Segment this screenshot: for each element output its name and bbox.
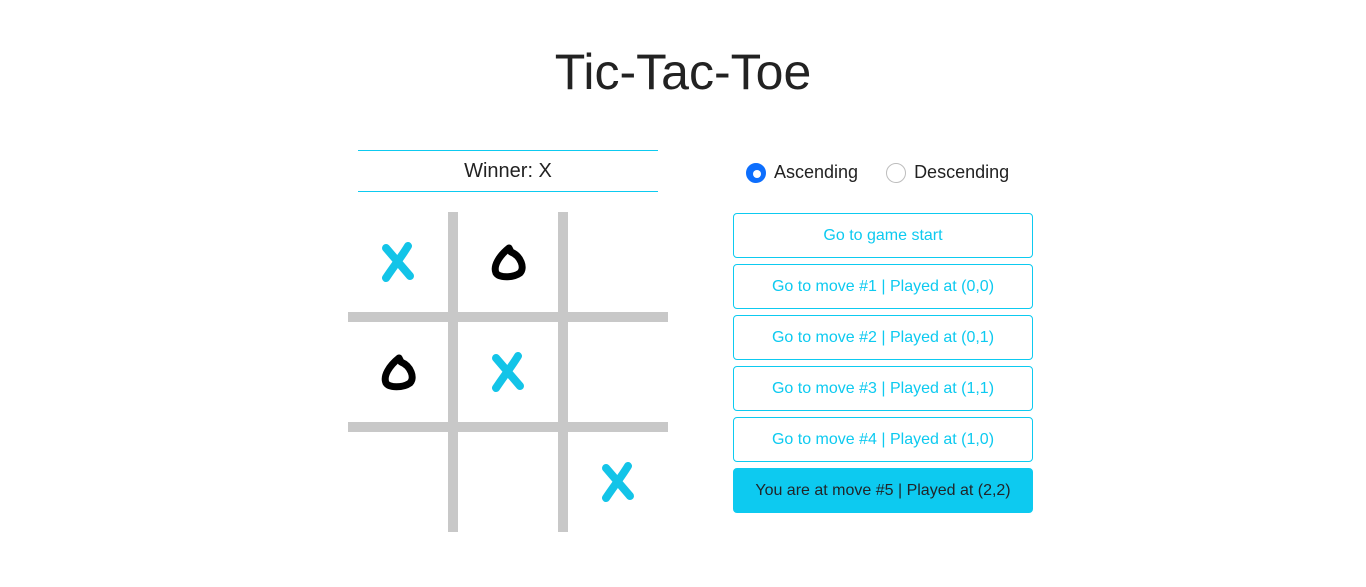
board-cell-1-2[interactable] xyxy=(568,322,668,422)
grid-line xyxy=(348,312,668,322)
sort-descending-option[interactable]: Descending xyxy=(886,162,1009,183)
ascending-label: Ascending xyxy=(774,162,859,182)
x-mark-icon xyxy=(380,242,416,282)
board-cell-2-2[interactable] xyxy=(568,432,668,532)
board-cell-2-1[interactable] xyxy=(458,432,558,532)
board-cell-1-0[interactable] xyxy=(348,322,448,422)
descending-radio[interactable] xyxy=(886,162,907,183)
board-cell-0-0[interactable] xyxy=(348,212,448,312)
move-button-2[interactable]: Go to move #2 | Played at (0,1) xyxy=(733,315,1033,360)
sort-order-toggle: Ascending Descending xyxy=(746,162,1037,183)
sort-ascending-option[interactable]: Ascending xyxy=(746,162,858,183)
move-history-list: Go to game start Go to move #1 | Played a… xyxy=(733,213,1033,519)
board-cell-1-1[interactable] xyxy=(458,322,558,422)
move-button-4[interactable]: Go to move #4 | Played at (1,0) xyxy=(733,417,1033,462)
board-cell-0-2[interactable] xyxy=(568,212,668,312)
grid-line xyxy=(348,422,668,432)
o-mark-icon xyxy=(379,352,417,392)
board-cell-0-1[interactable] xyxy=(458,212,558,312)
move-button-3[interactable]: Go to move #3 | Played at (1,1) xyxy=(733,366,1033,411)
game-board xyxy=(348,212,668,532)
game-status: Winner: X xyxy=(358,150,658,192)
board-cell-2-0[interactable] xyxy=(348,432,448,532)
move-button-1[interactable]: Go to move #1 | Played at (0,0) xyxy=(733,264,1033,309)
descending-label: Descending xyxy=(914,162,1010,182)
page: Tic-Tac-Toe Winner: X Ascending Descendi… xyxy=(0,0,1366,587)
x-mark-icon xyxy=(490,352,526,392)
o-mark-icon xyxy=(489,242,527,282)
grid-line xyxy=(558,212,568,532)
go-to-start-button[interactable]: Go to game start xyxy=(733,213,1033,258)
move-button-5[interactable]: You are at move #5 | Played at (2,2) xyxy=(733,468,1033,513)
page-title: Tic-Tac-Toe xyxy=(554,44,812,100)
x-mark-icon xyxy=(600,462,636,502)
grid-line xyxy=(448,212,458,532)
ascending-radio[interactable] xyxy=(746,162,766,183)
